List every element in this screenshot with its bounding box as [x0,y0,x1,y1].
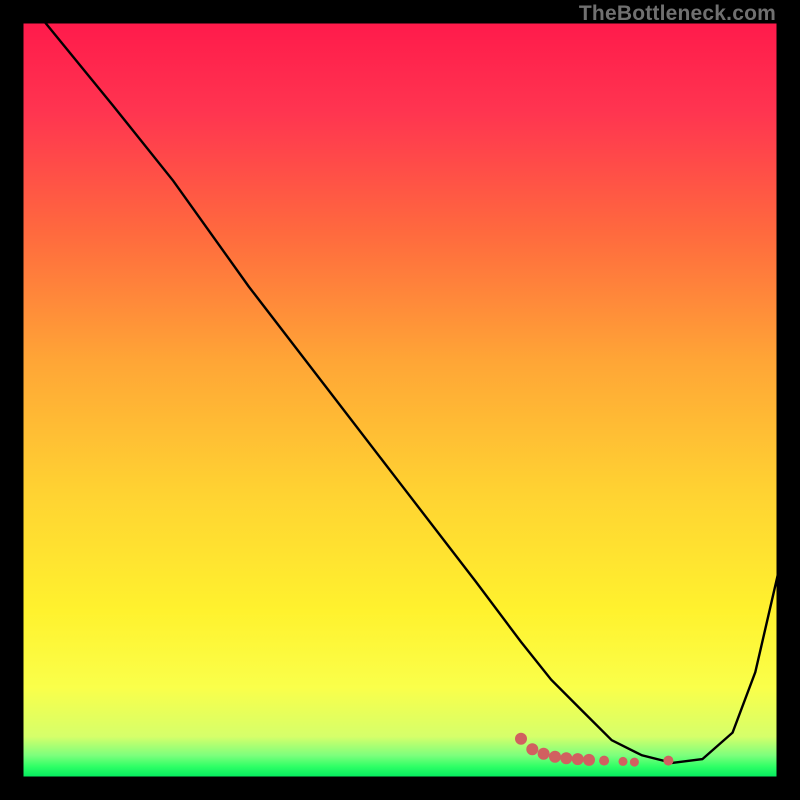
highlight-dot [515,733,527,745]
highlight-dot [599,756,609,766]
highlight-dot [549,751,561,763]
highlight-dot [583,754,595,766]
highlight-dot [526,743,538,755]
chart-svg [22,22,778,778]
chart-frame [22,22,778,778]
highlight-dot [630,758,639,767]
highlight-dot [663,756,673,766]
highlight-dot [538,748,550,760]
highlight-dot [560,752,572,764]
highlight-dot [619,757,628,766]
highlight-dot [572,753,584,765]
